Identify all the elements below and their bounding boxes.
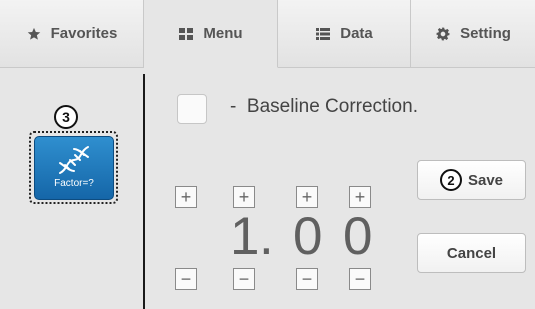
save-button[interactable]: 2 Save — [417, 160, 526, 200]
tab-favorites[interactable]: Favorites — [0, 0, 144, 68]
tab-menu-label: Menu — [203, 25, 243, 42]
tab-bar: Favorites Menu Data Setting — [0, 0, 535, 68]
baseline-dash: - — [230, 96, 237, 117]
callout-2-badge: 2 — [439, 169, 462, 191]
list-icon — [315, 26, 331, 42]
cancel-button[interactable]: Cancel — [417, 233, 526, 273]
tab-menu[interactable]: Menu — [144, 0, 278, 68]
star-icon — [26, 26, 42, 42]
digit3-decrement-button[interactable]: − — [296, 268, 318, 290]
factor-button-label: Factor=? — [54, 178, 94, 189]
tab-favorites-label: Favorites — [50, 25, 118, 42]
factor-digit-ones: 1 — [230, 207, 260, 266]
dna-helix-icon — [59, 146, 89, 174]
tab-setting-label: Setting — [460, 25, 511, 42]
baseline-correction-checkbox[interactable] — [177, 94, 207, 124]
digit4-decrement-button[interactable]: − — [349, 268, 371, 290]
factor-button[interactable]: Factor=? — [34, 136, 114, 200]
factor-digit-hundredths: 0 — [343, 207, 373, 266]
grid-icon — [178, 26, 194, 42]
baseline-correction-label: - Baseline Correction. — [230, 96, 418, 118]
save-button-label: Save — [467, 171, 504, 189]
digit2-decrement-button[interactable]: − — [233, 268, 255, 290]
baseline-text: Baseline Correction. — [246, 96, 418, 117]
tab-setting[interactable]: Setting — [411, 0, 535, 68]
panel-divider — [143, 74, 145, 309]
digit4-increment-button[interactable]: + — [349, 186, 371, 208]
cancel-button-label: Cancel — [446, 244, 497, 262]
callout-3-badge: 3 — [54, 105, 78, 129]
factor-decimal-point: . — [259, 207, 274, 266]
digit3-increment-button[interactable]: + — [296, 186, 318, 208]
digit1-decrement-button[interactable]: − — [175, 268, 197, 290]
gear-icon — [435, 26, 451, 42]
digit1-increment-button[interactable]: + — [175, 186, 197, 208]
digit2-increment-button[interactable]: + — [233, 186, 255, 208]
tab-data-label: Data — [340, 25, 373, 42]
factor-digit-tenths: 0 — [293, 207, 323, 266]
tab-data[interactable]: Data — [278, 0, 411, 68]
